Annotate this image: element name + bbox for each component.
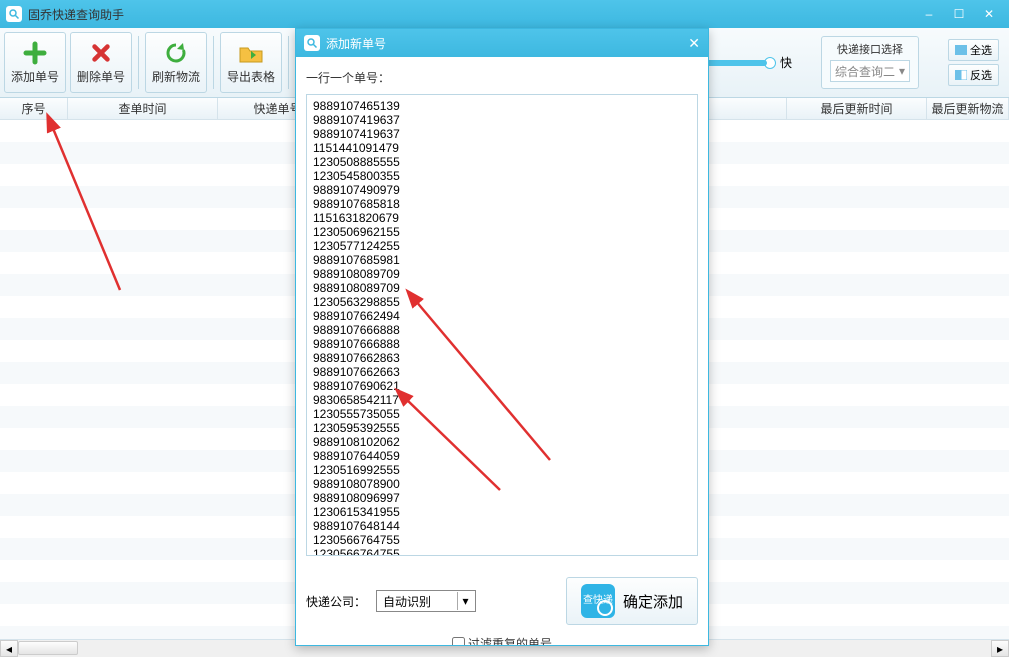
select-all-icon [955,45,967,55]
folder-export-icon [237,41,265,65]
dialog-icon [304,35,320,51]
maximize-button[interactable]: ☐ [945,4,973,24]
slider-fast-label: 快 [780,54,792,71]
refresh-icon [162,41,190,65]
dialog-title: 添加新单号 [326,35,688,52]
invert-selection-button[interactable]: 反选 [948,64,999,86]
invert-icon [955,70,967,80]
add-number-dialog: 添加新单号 ✕ 一行一个单号： 快递公司： 自动识别 ▾ 查快递 确定添加 过滤… [295,28,709,646]
col-last-log[interactable]: 最后更新物流 [927,98,1009,119]
chevron-down-icon: ▾ [899,64,905,78]
chevron-down-icon: ▾ [457,592,473,610]
delete-number-button[interactable]: 删除单号 [70,32,132,93]
filter-dup-input[interactable] [452,637,465,645]
col-time[interactable]: 查单时间 [68,98,218,119]
col-last-time[interactable]: 最后更新时间 [787,98,927,119]
select-all-button[interactable]: 全选 [948,39,999,61]
app-title: 固乔快递查询助手 [28,6,915,23]
add-number-button[interactable]: 添加单号 [4,32,66,93]
numbers-textarea[interactable] [306,94,698,556]
confirm-add-button[interactable]: 查快递 确定添加 [566,577,698,625]
search-express-icon: 查快递 [581,584,615,618]
scroll-left-button[interactable]: ◂ [0,640,18,657]
plus-icon [21,41,49,65]
minimize-button[interactable]: – [915,4,943,24]
refresh-button[interactable]: 刷新物流 [145,32,207,93]
company-select[interactable]: 自动识别 ▾ [376,590,476,612]
prompt-label: 一行一个单号： [306,69,698,86]
titlebar: 固乔快递查询助手 – ☐ ✕ [0,0,1009,28]
app-icon [6,6,22,22]
col-seq[interactable]: 序号 [0,98,68,119]
scroll-right-button[interactable]: ▸ [991,640,1009,657]
close-button[interactable]: ✕ [975,4,1003,24]
cross-icon [87,41,115,65]
dialog-close-icon[interactable]: ✕ [688,35,700,52]
api-select-group: 快递接口选择 综合查询二 ▾ [821,36,919,89]
filter-duplicate-checkbox[interactable]: 过滤重复的单号 [452,635,552,645]
scroll-thumb[interactable] [18,641,78,655]
dialog-titlebar: 添加新单号 ✕ [296,29,708,57]
company-label: 快递公司： [306,593,366,610]
api-combo[interactable]: 综合查询二 ▾ [830,60,910,82]
export-button[interactable]: 导出表格 [220,32,282,93]
